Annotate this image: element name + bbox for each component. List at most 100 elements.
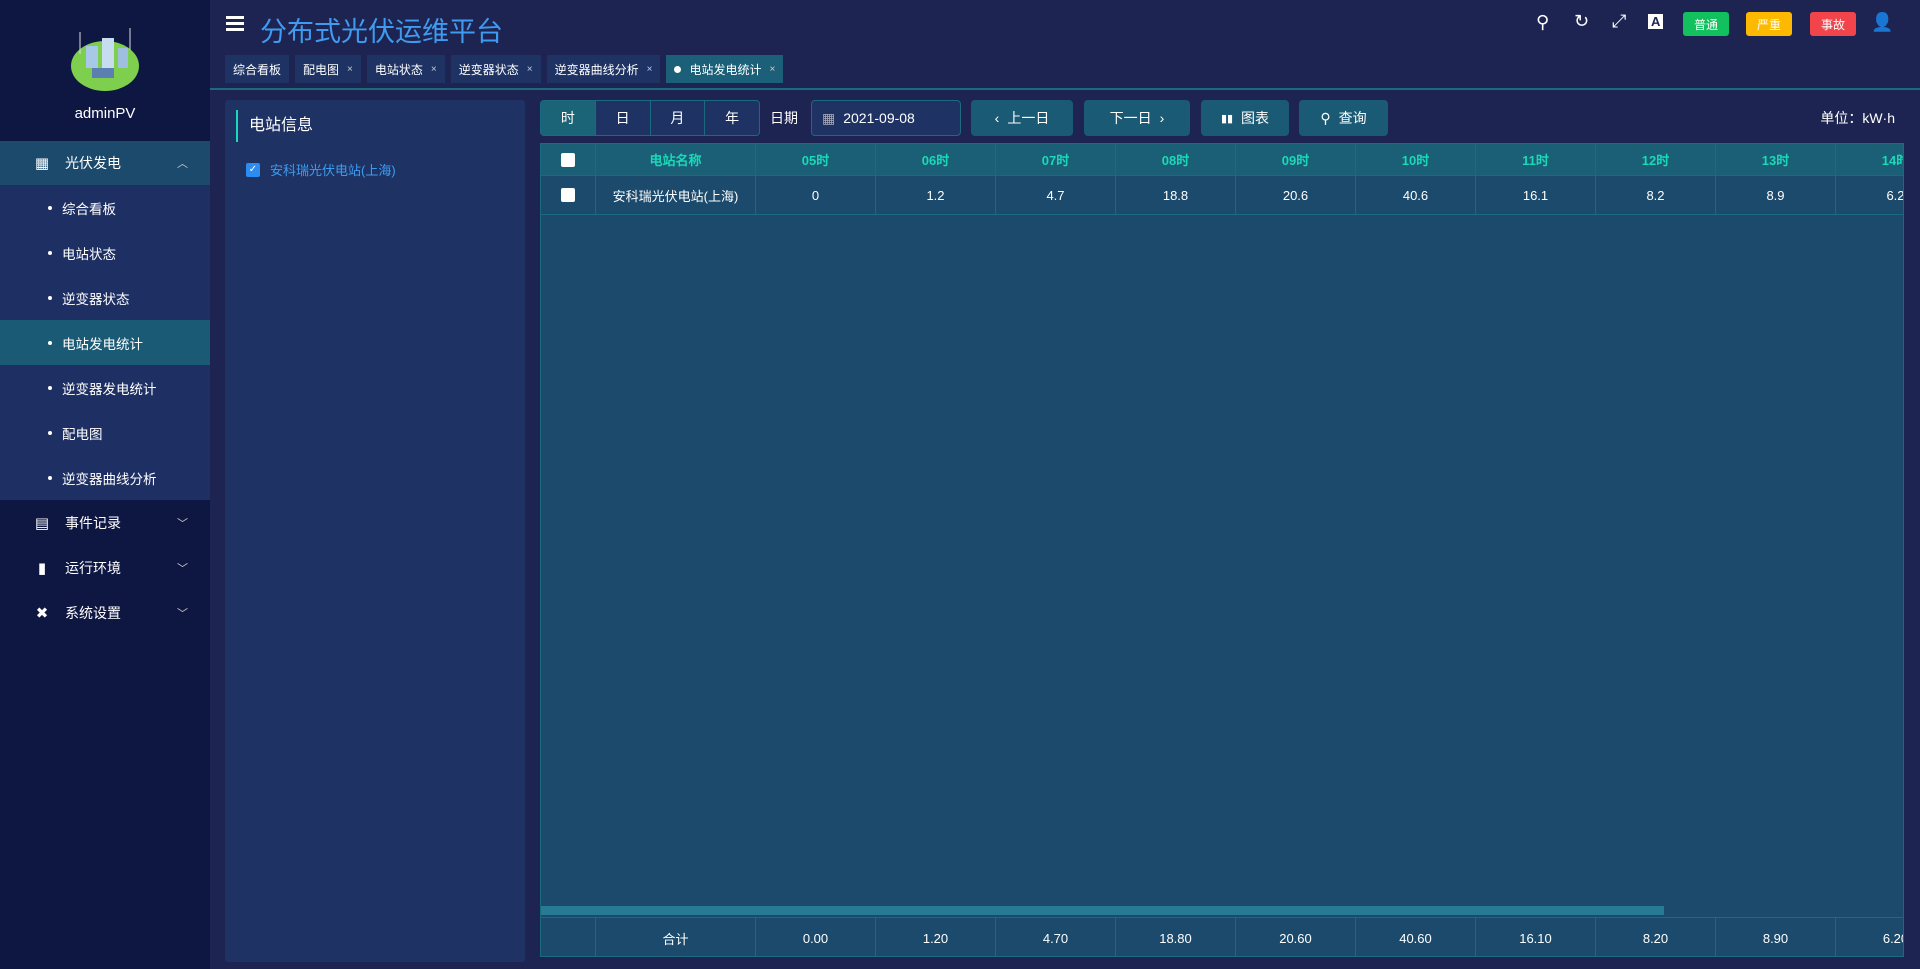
chevron-up-icon: ︿: [177, 158, 188, 170]
menu-toggle-icon[interactable]: [226, 16, 244, 32]
cell-value: 20.6: [1236, 176, 1356, 214]
cell-name: 安科瑞光伏电站(上海): [596, 176, 756, 214]
tab-distribution[interactable]: 配电图 ×: [295, 55, 361, 83]
col-header-hour: 09时: [1236, 144, 1356, 175]
cell-total: 1.20: [876, 918, 996, 956]
unit-label: 单位：kW·h: [1820, 110, 1895, 126]
cell-value: 6.2: [1836, 176, 1903, 214]
tab-dashboard[interactable]: 综合看板: [225, 55, 290, 83]
col-header-hour: 14时: [1836, 144, 1903, 175]
date-value: 2021-09-08: [843, 110, 915, 126]
tab-label: 综合看板: [233, 62, 282, 77]
chevron-down-icon: ﹀: [177, 562, 188, 575]
cell-value: 4.7: [996, 176, 1116, 214]
query-button[interactable]: ⚲ 查询: [1299, 100, 1388, 136]
sidebar-item-inverter-status[interactable]: 逆变器状态: [0, 275, 210, 320]
username: adminPV: [74, 105, 136, 122]
next-day-button[interactable]: 下一日 ›: [1084, 100, 1190, 136]
sidebar-item-station-stats[interactable]: 电站发电统计: [0, 320, 210, 365]
sidebar-item-inverter-stats[interactable]: 逆变器发电统计: [0, 365, 210, 410]
app-title: 分布式光伏运维平台: [260, 17, 503, 47]
period-year[interactable]: 年: [705, 101, 759, 135]
tab-label: 电站发电统计: [689, 62, 762, 77]
chevron-left-icon: ‹: [994, 110, 1000, 126]
item-label: 逆变器发电统计: [62, 381, 157, 397]
close-icon[interactable]: ×: [347, 64, 353, 75]
menu-group-pv[interactable]: ▦ 光伏发电 ︿: [0, 141, 210, 185]
col-header-name: 电站名称: [596, 144, 756, 175]
sidebar-item-curve[interactable]: 逆变器曲线分析: [0, 455, 210, 500]
logo: [71, 28, 139, 91]
cell-total: 6.20: [1836, 918, 1903, 956]
menu-group-env[interactable]: ▮ 运行环境 ﹀: [0, 545, 210, 590]
chart-button[interactable]: ▮▮ 图表: [1201, 100, 1289, 136]
col-header-hour: 13时: [1716, 144, 1836, 175]
col-header-hour: 12时: [1596, 144, 1716, 175]
col-header-hour: 06时: [876, 144, 996, 175]
period-hour[interactable]: 时: [541, 101, 596, 135]
item-label: 电站发电统计: [62, 336, 143, 352]
close-icon[interactable]: ×: [527, 64, 533, 75]
cell-value: 1.2: [876, 176, 996, 214]
cell-value: 18.8: [1116, 176, 1236, 214]
tab-curve[interactable]: 逆变器曲线分析 ×: [546, 55, 661, 83]
badge-accident[interactable]: 事故: [1810, 12, 1856, 36]
btn-label: 图表: [1241, 110, 1270, 126]
tab-station-status[interactable]: 电站状态 ×: [366, 55, 445, 83]
period-month[interactable]: 月: [651, 101, 706, 135]
tab-inverter-status[interactable]: 逆变器状态 ×: [450, 55, 541, 83]
cell-total: 18.80: [1116, 918, 1236, 956]
cell-value: 0: [756, 176, 876, 214]
date-label: 日期: [770, 110, 798, 126]
cell-total: 8.20: [1596, 918, 1716, 956]
menu-group-events[interactable]: ▤ 事件记录 ﹀: [0, 500, 210, 545]
prev-day-button[interactable]: ‹ 上一日: [971, 100, 1073, 136]
panel-title: 电站信息: [236, 110, 313, 142]
total-row: 合计 0.00 1.20 4.70 18.80 20.60 40.60 16.10 8.20 8…: [541, 917, 1903, 956]
active-dot-icon: [674, 65, 682, 73]
select-all-checkbox[interactable]: [541, 144, 596, 175]
bar-chart-icon: ▮▮: [1220, 112, 1234, 125]
cell-total-label: 合计: [596, 918, 756, 956]
badge-severe[interactable]: 严重: [1746, 12, 1792, 36]
sidebar: adminPV ▦ 光伏发电 ︿ 综合看板 电站状态 逆变器状态 电站发电统计 逆变…: [0, 0, 210, 969]
refresh-icon[interactable]: ↻: [1574, 11, 1589, 32]
date-input[interactable]: ▦ 2021-09-08: [811, 100, 961, 136]
tab-station-stats[interactable]: 电站发电统计 ×: [666, 55, 784, 83]
chevron-right-icon: ›: [1159, 110, 1165, 126]
badge-normal[interactable]: 普通: [1683, 12, 1729, 36]
sidebar-item-distribution[interactable]: 配电图: [0, 410, 210, 455]
item-label: 逆变器曲线分析: [62, 471, 157, 487]
cell-total: 8.90: [1716, 918, 1836, 956]
sidebar-item-dashboard[interactable]: 综合看板: [0, 185, 210, 230]
sidebar-item-station-status[interactable]: 电站状态: [0, 230, 210, 275]
search-icon[interactable]: ⚲: [1536, 12, 1549, 33]
station-label: 安科瑞光伏电站(上海): [270, 163, 396, 178]
fullscreen-icon[interactable]: ⤢: [1612, 11, 1626, 32]
calendar-icon: ▦: [822, 109, 836, 126]
station-checkbox[interactable]: ✓ 安科瑞光伏电站(上海): [246, 160, 396, 179]
horizontal-scrollbar[interactable]: [541, 906, 1664, 915]
user-icon[interactable]: 👤: [1871, 12, 1893, 33]
period-day[interactable]: 日: [596, 101, 651, 135]
close-icon[interactable]: ×: [769, 64, 775, 75]
translate-icon[interactable]: A: [1648, 14, 1664, 29]
cell-value: 16.1: [1476, 176, 1596, 214]
chevron-down-icon: ﹀: [177, 607, 188, 620]
btn-label: 下一日: [1109, 110, 1152, 126]
btn-label: 查询: [1338, 110, 1367, 126]
item-label: 配电图: [62, 426, 103, 442]
close-icon[interactable]: ×: [431, 64, 437, 75]
chevron-down-icon: ﹀: [177, 517, 188, 530]
menu-group-settings[interactable]: ✖ 系统设置 ﹀: [0, 590, 210, 635]
menu-label: 系统设置: [65, 604, 121, 621]
col-header-hour: 08时: [1116, 144, 1236, 175]
close-icon[interactable]: ×: [647, 64, 653, 75]
col-header-hour: 07时: [996, 144, 1116, 175]
row-checkbox[interactable]: [541, 176, 596, 214]
checkbox-checked-icon[interactable]: ✓: [246, 162, 260, 177]
clipboard-icon: ▤: [34, 514, 50, 532]
menu-label: 光伏发电: [65, 155, 121, 171]
tab-label: 逆变器曲线分析: [554, 62, 639, 77]
cell-value: 40.6: [1356, 176, 1476, 214]
